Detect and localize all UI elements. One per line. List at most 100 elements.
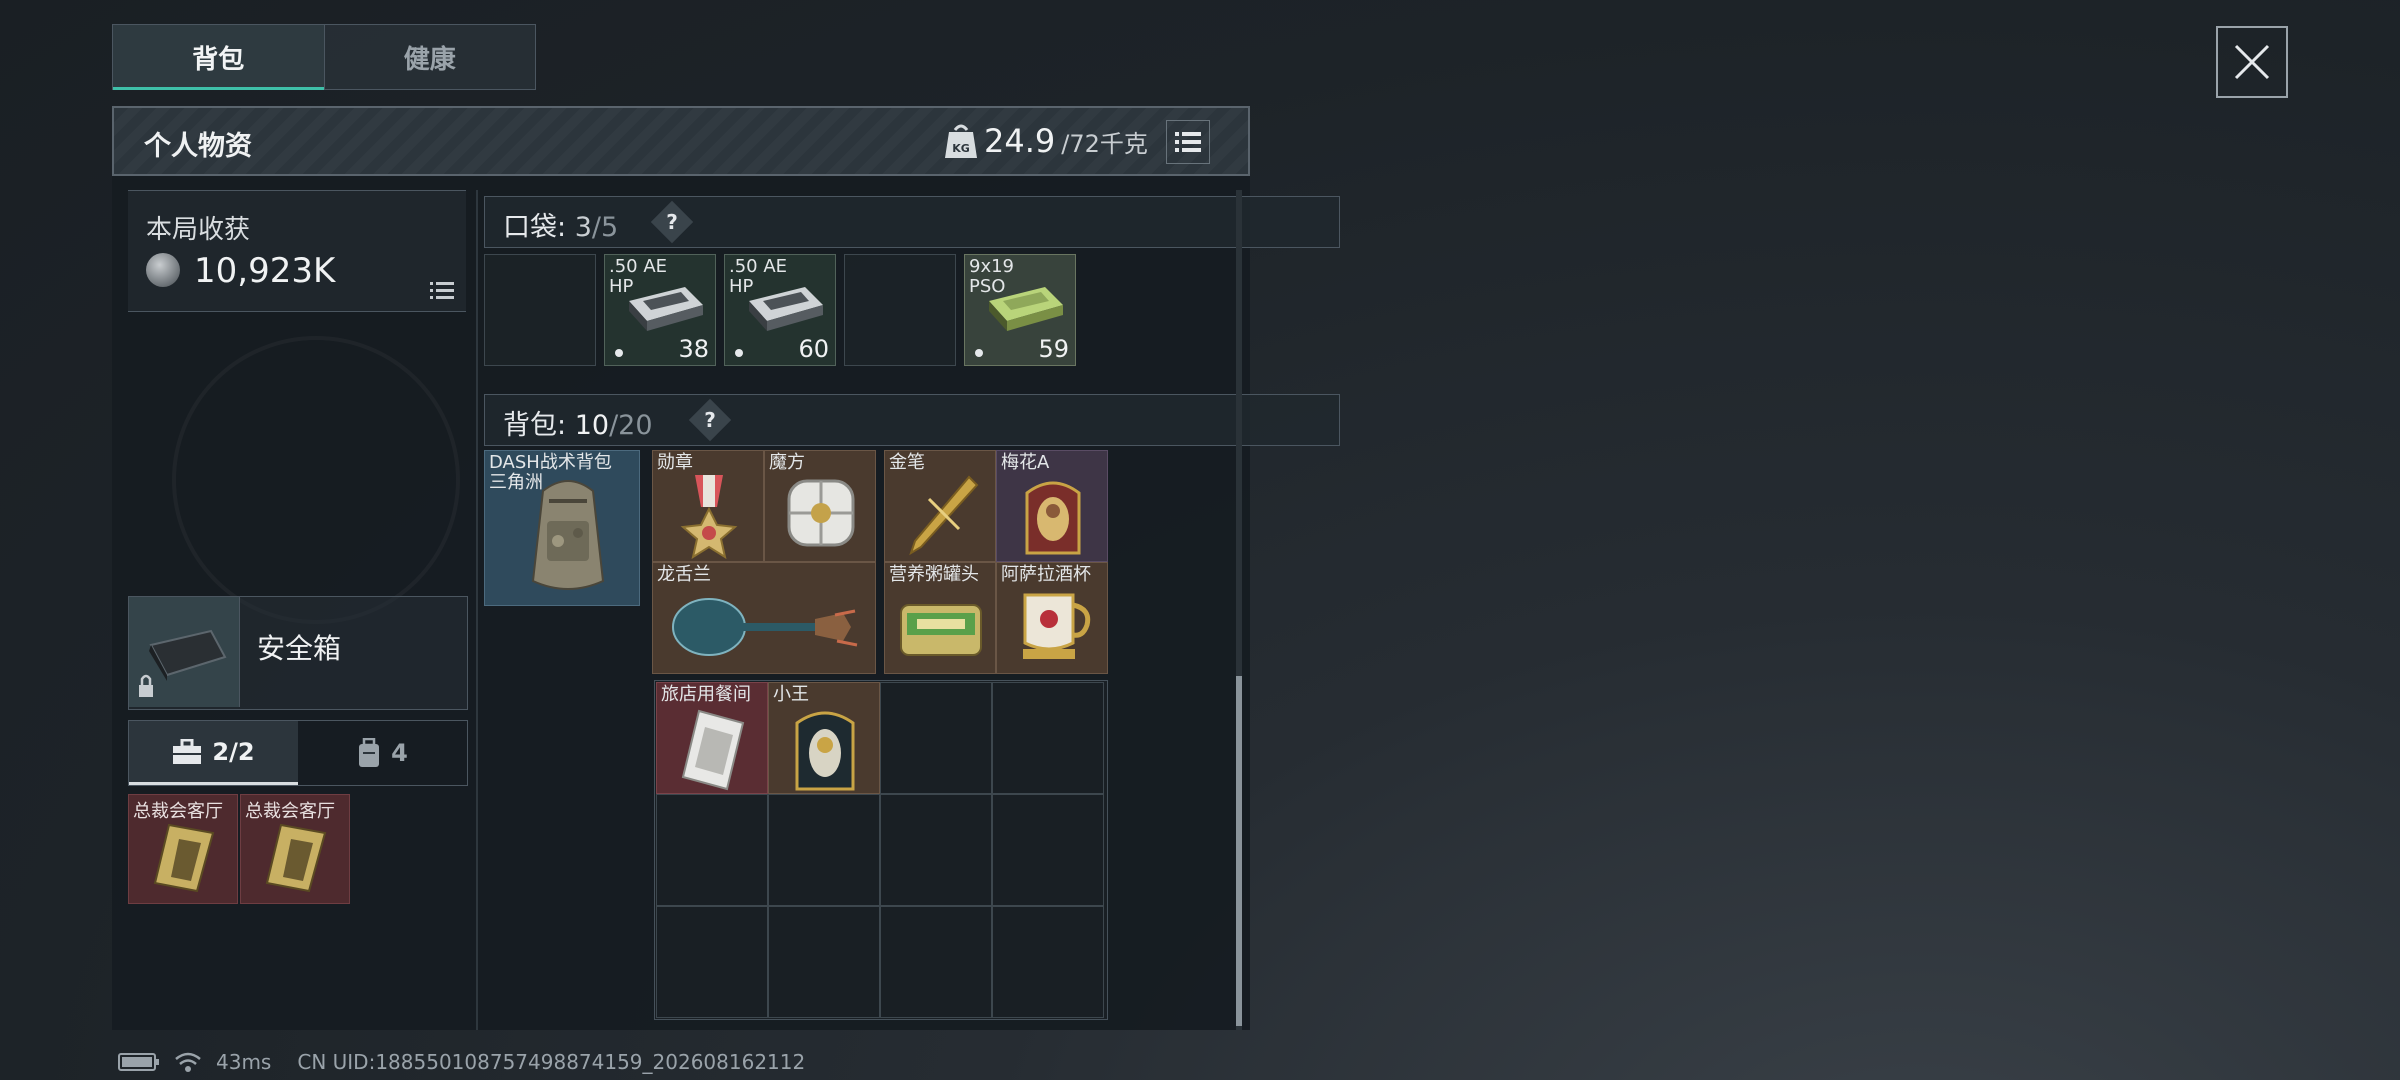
goblet-icon [1023,593,1091,659]
weight-current: 24.9 [984,122,1056,160]
user-uid: CN UID:1885501087574988741​59_2026081621… [297,1050,806,1074]
item-name: 勋章 [657,452,693,473]
item-name: .50 AE HP [609,256,668,297]
backpack-count: 10 [574,410,610,441]
tab-container-items[interactable]: 4 [298,721,467,785]
backpack-slot-empty[interactable] [992,794,1104,906]
item-name: 总裁会客厅 [133,801,223,822]
key-card-slot[interactable]: 总裁会客厅 [128,794,238,904]
list-icon [1175,132,1201,152]
backpack-icon [359,738,380,767]
joker-card-icon [795,711,855,791]
inventory-scrollbar[interactable] [1236,190,1242,1030]
pocket-slot-ammo[interactable]: .50 AE HP 60 [724,254,836,366]
equipped-backpack[interactable]: DASH战术背包 三角洲 [484,450,640,606]
backpack-item[interactable]: 勋章 [652,450,764,562]
backpack-title: 背包: 10/20 [503,403,653,442]
safe-box[interactable]: 安全箱 [128,596,468,710]
backpack-slot-empty[interactable] [880,906,992,1018]
backpack-slot-empty[interactable] [768,906,880,1018]
harvest-value: 10,923K [194,251,336,291]
pocket-slot-ammo[interactable]: 9x19 PSO 59 [964,254,1076,366]
item-name: 金笔 [889,452,925,473]
rarity-dot [735,349,743,357]
tab-label: 2/2 [212,737,255,766]
weight-readout: KG 24.9 /72千克 [944,122,1148,160]
pocket-label: 口袋: [503,212,567,243]
container-tabs: 2/2 4 [128,720,468,786]
item-name: 小王 [773,684,809,705]
safe-case-icon [139,629,227,697]
rarity-dot [615,349,623,357]
toolbox-icon [173,738,202,764]
panel-title: 个人物资 [144,131,252,162]
backpack-item[interactable]: 魔方 [764,450,876,562]
backpack-slot-empty[interactable] [656,906,768,1018]
pocket-slot-empty[interactable] [484,254,596,366]
item-quantity: 60 [798,335,829,363]
tab-backpack[interactable]: 背包 [113,25,324,90]
item-name: 龙舌兰 [657,564,711,585]
pocket-slot-ammo[interactable]: .50 AE HP 38 [604,254,716,366]
medal-icon [680,475,738,559]
pocket-help-button[interactable]: ? [650,200,694,244]
backpack-slot-empty[interactable] [880,794,992,906]
backpack-item[interactable]: 旅店用餐间 [656,682,768,794]
backpack-slot-empty[interactable] [992,682,1104,794]
backpack-help-button[interactable]: ? [688,398,732,442]
pocket-slot-empty[interactable] [844,254,956,366]
inventory-panel: 个人物资 KG 24.9 /72千克 本局收获 10,923K 安全箱 2/2 … [112,106,1340,1030]
item-name: 阿萨拉酒杯 [1001,564,1091,585]
backpack-label: 背包: [503,410,567,441]
bag-name: DASH战术背包 [489,452,612,473]
backpack-slot-empty[interactable] [992,906,1104,1018]
backpack-item[interactable]: 小王 [768,682,880,794]
item-quantity: 59 [1038,335,1069,363]
backpack-item[interactable]: 梅花A [996,450,1108,562]
bag-subname: 三角洲 [489,472,543,493]
backpack-item[interactable]: 金笔 [884,450,996,562]
backpack-slot-empty[interactable] [656,794,768,906]
tequila-bottle-icon [672,598,858,656]
sort-list-button[interactable] [1166,120,1210,164]
scrollbar-thumb[interactable] [1236,676,1242,1026]
column-divider [476,190,478,1030]
tab-label: 4 [391,739,408,767]
backpack-header: 背包: 10/20 ? [484,394,1340,446]
status-bar: 43ms CN UID:1885501087574988741​59_20260… [118,1050,805,1074]
room-key-card-icon [681,709,745,791]
pocket-total: /5 [591,212,619,243]
tab-label: 健康 [403,44,456,75]
panel-header: 个人物资 KG 24.9 /72千克 [112,106,1250,176]
pocket-count: 3 [574,212,592,243]
close-button[interactable] [2216,26,2288,98]
gold-pen-icon [909,475,979,556]
item-name: 梅花A [1001,452,1050,473]
backpack-item[interactable]: 龙舌兰 [652,562,876,674]
harvest-summary[interactable]: 本局收获 10,923K [128,190,466,312]
tab-label: 背包 [192,44,245,75]
backpack-slot-empty[interactable] [880,682,992,794]
rarity-dot [975,349,983,357]
harvest-label: 本局收获 [146,215,251,245]
tab-health[interactable]: 健康 [323,25,536,89]
item-name: 总裁会客厅 [245,801,335,822]
backpack-slot-empty[interactable] [768,794,880,906]
battery-icon [118,1053,159,1071]
backpack-item[interactable]: 阿萨拉酒杯 [996,562,1108,674]
item-name: DASH战术背包 三角洲 [489,453,612,493]
faction-emblem-watermark [172,336,460,624]
close-icon [2234,44,2270,80]
tab-key-cards[interactable]: 2/2 [129,721,298,785]
help-icon: ? [666,210,678,234]
safe-box-label: 安全箱 [257,632,342,665]
backpack-total: /20 [609,410,653,441]
key-card-slot[interactable]: 总裁会客厅 [240,794,350,904]
backpack-item[interactable]: 营养粥罐头 [884,562,996,674]
item-name: 魔方 [769,452,805,473]
svg-text:KG: KG [952,142,970,155]
wifi-icon [175,1052,201,1072]
list-icon [430,282,454,299]
safe-box-slot[interactable] [129,597,240,707]
pocket-title: 口袋: 3/5 [503,205,618,244]
